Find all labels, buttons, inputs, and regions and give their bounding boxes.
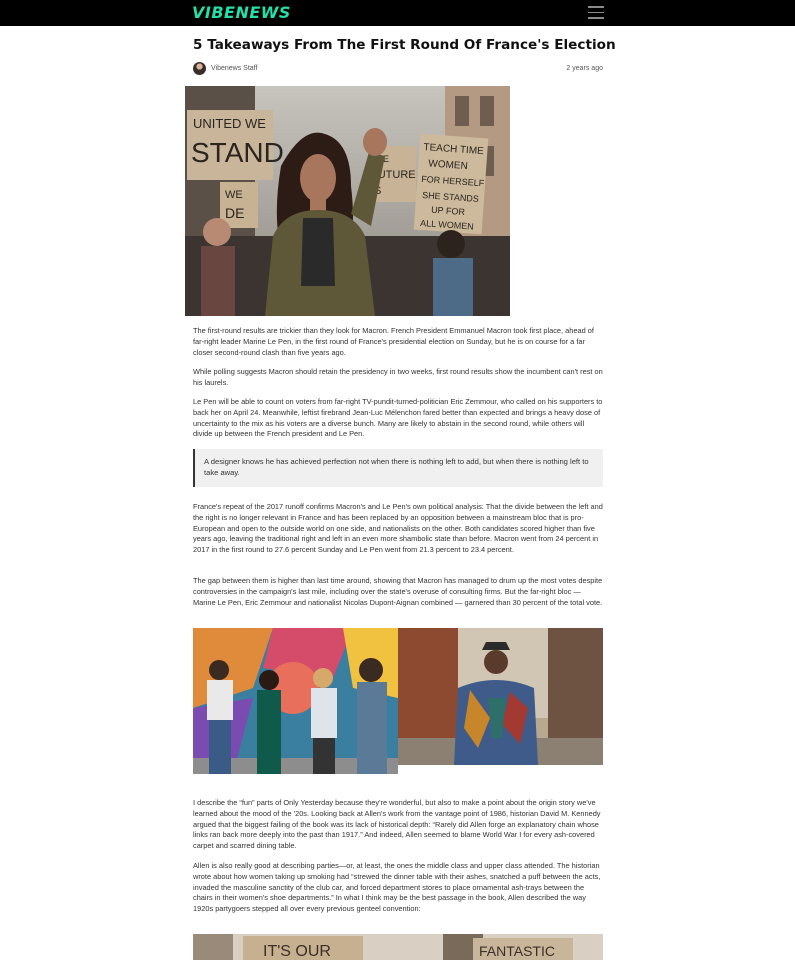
- sign-text: IT'S OUR: [263, 943, 331, 960]
- blockquote: A designer knows he has achieved perfect…: [193, 449, 603, 487]
- sign-text: STAND.: [191, 137, 292, 168]
- hamburger-menu-icon[interactable]: [588, 6, 604, 19]
- sign-text: FANTASTIC: [479, 943, 555, 959]
- sign-text: UNITED WE: [193, 116, 266, 131]
- article-paragraph: The first-round results are trickier tha…: [193, 326, 594, 357]
- article-paragraph: While polling suggests Macron should ret…: [193, 367, 603, 387]
- top-navbar: VIBENEWS: [0, 0, 795, 26]
- sign-text: DE: [225, 205, 244, 221]
- site-logo[interactable]: VIBENEWS: [192, 3, 291, 22]
- author-avatar[interactable]: [193, 62, 206, 75]
- sign-text: WE: [225, 189, 243, 201]
- article-paragraph: The gap between them is higher than last…: [193, 576, 603, 607]
- gallery-image-friends: [193, 628, 398, 774]
- byline: Vibenews Staff 2 years ago: [193, 62, 603, 76]
- publish-time: 2 years ago: [566, 65, 603, 72]
- hero-image: UNITED WE STAND. WE DE THE FUTURE IS TEA…: [185, 86, 510, 316]
- article-title: 5 Takeaways From The First Round Of Fran…: [193, 37, 616, 53]
- article-paragraph: France's repeat of the 2017 runoff confi…: [193, 502, 603, 555]
- gallery-image-street: [398, 628, 603, 765]
- article-paragraph: I describe the “fun” parts of Only Yeste…: [193, 798, 601, 851]
- article-paragraph: Le Pen will be able to count on voters f…: [193, 397, 603, 439]
- bottom-image: IT'S OUR FANTASTIC: [193, 934, 603, 960]
- article-paragraph: Allen is also really good at describing …: [193, 861, 601, 914]
- author-name[interactable]: Vibenews Staff: [211, 65, 257, 72]
